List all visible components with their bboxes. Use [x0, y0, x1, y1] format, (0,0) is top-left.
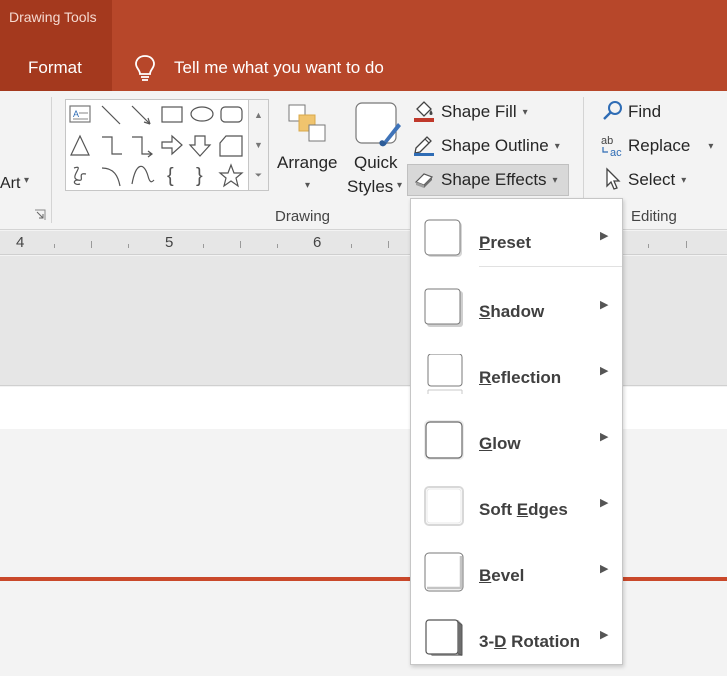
- chevron-down-icon: ▾: [24, 175, 30, 186]
- menu-item-label: Soft Edges: [479, 500, 568, 519]
- drawing-group-label: Drawing: [275, 208, 331, 225]
- menu-item-label: 3-D Rotation: [479, 632, 581, 651]
- chevron-down-icon: ▾: [681, 174, 687, 186]
- ruler-tick: [351, 244, 352, 248]
- select-button[interactable]: Select ▾: [628, 170, 686, 190]
- submenu-arrow-icon: ▶: [600, 299, 609, 311]
- ruler-tick: [128, 244, 129, 248]
- shape-fill-button[interactable]: Shape Fill ▾: [441, 102, 528, 122]
- submenu-arrow-icon: ▶: [600, 563, 609, 575]
- svg-text:A: A: [73, 109, 79, 119]
- quick-styles-icon[interactable]: [354, 101, 402, 149]
- gallery-scroll-down-icon[interactable]: ▼: [249, 130, 268, 160]
- glow-thumbnail-icon: [424, 420, 464, 460]
- shape-effects-label: Shape Effects: [441, 170, 547, 189]
- menu-item-bevel[interactable]: Bevel ▶: [411, 538, 622, 600]
- shape-effects-icon[interactable]: [412, 168, 436, 192]
- submenu-arrow-icon: ▶: [600, 230, 609, 242]
- ruler-tick: [91, 241, 92, 248]
- menu-item-shadow[interactable]: Shadow ▶: [411, 274, 622, 336]
- quick-styles-label[interactable]: Quick: [354, 153, 397, 173]
- select-label: Select: [628, 170, 676, 189]
- arrange-label: Arrange: [277, 153, 338, 172]
- gallery-more-icon[interactable]: ⏷: [249, 160, 268, 190]
- ruler-tick: [648, 244, 649, 248]
- shadow-thumbnail-icon: [424, 288, 463, 327]
- ruler-number: 6: [313, 234, 322, 251]
- menu-item-label: Preset: [479, 233, 531, 252]
- chevron-down-icon: ▾: [397, 180, 403, 191]
- tab-format[interactable]: Format: [28, 58, 82, 78]
- menu-item-label: Reflection: [479, 368, 562, 387]
- chevron-down-icon: ▾: [554, 140, 560, 152]
- replace-label: Replace: [628, 136, 691, 155]
- ruler-tick: [240, 241, 241, 248]
- submenu-arrow-icon: ▶: [600, 497, 609, 509]
- replace-button[interactable]: Replace ▾: [628, 136, 713, 156]
- soft-edges-thumbnail-icon: [424, 486, 464, 526]
- gallery-scrollbar[interactable]: ▲ ▼ ⏷: [248, 99, 269, 191]
- menu-divider: [479, 266, 622, 267]
- ruler-tick: [203, 244, 204, 248]
- submenu-arrow-icon: ▶: [600, 431, 609, 443]
- dialog-launcher-icon[interactable]: [34, 209, 46, 221]
- editing-group-label: Editing: [631, 208, 677, 225]
- ruler-number: 4: [16, 234, 25, 251]
- find-magnifier-icon[interactable]: [601, 99, 625, 123]
- group-separator: [51, 97, 52, 223]
- ruler-tick: [388, 241, 389, 248]
- menu-item-label: Bevel: [479, 566, 525, 585]
- gallery-scroll-up-icon[interactable]: ▲: [249, 100, 268, 130]
- quick-styles-label-line2[interactable]: Styles: [347, 177, 393, 197]
- bevel-thumbnail-icon: [424, 552, 464, 592]
- tell-me-search[interactable]: Tell me what you want to do: [174, 58, 384, 78]
- menu-item-preset[interactable]: Preset ▶: [411, 205, 622, 267]
- menu-item-glow[interactable]: Glow ▶: [411, 406, 622, 468]
- ruler-number: 5: [165, 234, 174, 251]
- submenu-arrow-icon: ▶: [600, 365, 609, 377]
- preset-thumbnail-icon: [424, 219, 462, 257]
- shape-effects-button[interactable]: Shape Effects ▾: [441, 170, 558, 190]
- paint-bucket-icon[interactable]: [412, 99, 436, 123]
- context-title: Drawing Tools: [9, 9, 97, 25]
- reflection-thumbnail-icon: [427, 354, 463, 394]
- wordart-styles-button[interactable]: Art: [0, 175, 20, 193]
- menu-item-reflection[interactable]: Reflection ▶: [411, 340, 622, 402]
- ruler-tick: [686, 241, 687, 248]
- lightbulb-icon[interactable]: [133, 54, 157, 82]
- svg-text:}: }: [196, 165, 203, 187]
- replace-ab-icon[interactable]: ab ac: [600, 134, 624, 158]
- shape-outline-button[interactable]: Shape Outline ▾: [441, 136, 560, 156]
- menu-item-soft-edges[interactable]: Soft Edges ▶: [411, 472, 622, 534]
- shapes-gallery[interactable]: A { }: [65, 99, 269, 191]
- shapes-gallery-grid[interactable]: A { }: [66, 100, 248, 190]
- shape-effects-menu: Preset ▶ Shadow ▶ Reflection ▶ Glow ▶ So…: [410, 198, 623, 665]
- svg-text:{: {: [167, 165, 174, 187]
- svg-text:ab: ab: [601, 135, 613, 147]
- shape-fill-label: Shape Fill: [441, 102, 517, 121]
- menu-item-label: Glow: [479, 434, 521, 453]
- chevron-down-icon: ▾: [305, 180, 311, 191]
- 3d-rotation-thumbnail-icon: [425, 619, 463, 656]
- menu-item-3d-rotation[interactable]: 3-D Rotation ▶: [411, 604, 622, 666]
- shape-outline-label: Shape Outline: [441, 136, 549, 155]
- ruler-tick: [277, 244, 278, 248]
- find-label: Find: [628, 102, 662, 121]
- chevron-down-icon: ▾: [522, 106, 528, 118]
- chevron-down-icon: ▾: [552, 174, 558, 186]
- submenu-arrow-icon: ▶: [600, 629, 609, 641]
- chevron-down-icon: ▾: [708, 140, 714, 152]
- ruler-tick: [54, 244, 55, 248]
- find-button[interactable]: Find: [628, 102, 661, 122]
- pencil-outline-icon[interactable]: [412, 133, 436, 157]
- arrange-icon: [288, 104, 326, 142]
- menu-item-label: Shadow: [479, 302, 545, 321]
- select-cursor-icon[interactable]: [602, 167, 626, 191]
- svg-text:ac: ac: [610, 147, 622, 158]
